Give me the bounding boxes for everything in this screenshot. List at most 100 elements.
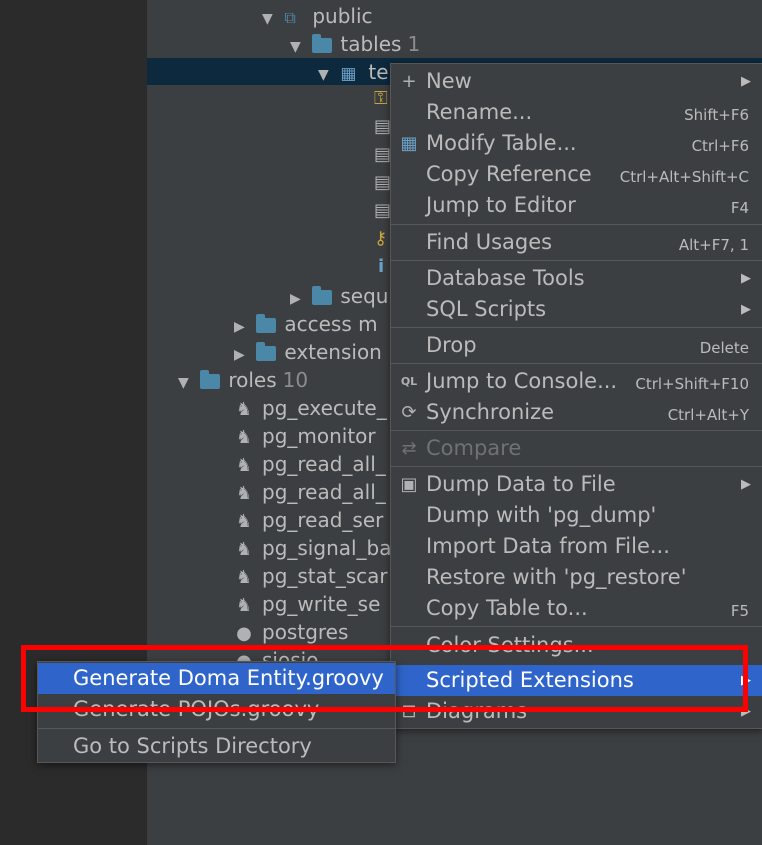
menu-item-label: Database Tools: [426, 266, 585, 290]
tree-node-role[interactable]: ♞ pg_execute_: [234, 394, 387, 422]
tree-node-access-methods[interactable]: ▶ access m: [234, 310, 378, 338]
tree-node-role[interactable]: ♞ pg_monitor: [234, 422, 376, 450]
folder-icon: [256, 314, 277, 333]
menu-item-copy-table-to[interactable]: Copy Table to... F5: [391, 593, 762, 624]
menu-item-shortcut: Ctrl+Alt+Shift+C: [619, 168, 749, 186]
menu-item-database-tools[interactable]: Database Tools ▶: [391, 263, 762, 294]
tree-node-role[interactable]: ♞ pg_signal_ba: [234, 534, 392, 562]
menu-separator: [391, 466, 762, 467]
role-icon: ♞: [235, 539, 253, 560]
menu-item-label: Dump with 'pg_dump': [426, 503, 657, 527]
tree-node-tables[interactable]: ▼ tables 1: [290, 30, 420, 58]
annotation-highlight-box: [21, 645, 748, 712]
column-icon: ▤: [374, 116, 392, 137]
menu-item-copy-reference[interactable]: Copy Reference Ctrl+Alt+Shift+C: [391, 159, 762, 190]
menu-item-label: SQL Scripts: [426, 297, 547, 321]
collapse-arrow-icon[interactable]: ▶: [234, 341, 250, 369]
menu-item-shortcut: Shift+F6: [684, 106, 749, 124]
menu-item-rename[interactable]: Rename... Shift+F6: [391, 97, 762, 128]
menu-item-synchronize[interactable]: ⟳ Synchronize Ctrl+Alt+Y: [391, 397, 762, 428]
key-icon: ⚷: [374, 228, 388, 249]
menu-item-drop[interactable]: Drop Delete: [391, 330, 762, 361]
menu-item-modify-table[interactable]: ▦ Modify Table... Ctrl+F6: [391, 128, 762, 159]
expand-arrow-icon[interactable]: ▼: [178, 369, 194, 397]
menu-item-shortcut: F5: [730, 602, 749, 620]
tree-node-table[interactable]: ▼ ▦ te: [318, 58, 389, 86]
schema-icon: ⧉: [284, 8, 296, 27]
submenu-arrow-icon: ▶: [741, 271, 751, 286]
submenu-arrow-icon: ▶: [741, 302, 751, 317]
expand-arrow-icon[interactable]: ▼: [318, 61, 334, 89]
user-icon: ●: [236, 623, 252, 644]
tree-node-role[interactable]: ♞ pg_read_all_: [234, 478, 386, 506]
menu-item-dump-with-pg-dump[interactable]: Dump with 'pg_dump': [391, 500, 762, 531]
menu-item-shortcut: Ctrl+Alt+Y: [667, 406, 749, 424]
menu-item-label: Restore with 'pg_restore': [426, 565, 687, 589]
tree-node-extensions[interactable]: ▶ extension: [234, 338, 382, 366]
tree-node-label: access m: [284, 312, 378, 336]
tree-node-role[interactable]: ♞ pg_read_ser: [234, 506, 383, 534]
menu-item-find-usages[interactable]: Find Usages Alt+F7, 1: [391, 227, 762, 258]
tree-node-label: sequ: [340, 284, 389, 308]
menu-item-label: Modify Table...: [426, 131, 577, 155]
menu-item-label: Drop: [426, 333, 477, 357]
tree-node-public[interactable]: ▼ ⧉ public: [262, 2, 373, 30]
tree-node-role[interactable]: ♞ pg_read_all_: [234, 450, 386, 478]
collapse-arrow-icon[interactable]: ▶: [234, 313, 250, 341]
collapse-arrow-icon[interactable]: ▶: [290, 285, 306, 313]
menu-item-label: Jump to Console...: [426, 369, 618, 393]
menu-separator: [391, 327, 762, 328]
role-label: pg_signal_ba: [262, 536, 392, 560]
menu-item-dump-data-to-file[interactable]: ▣ Dump Data to File ▶: [391, 469, 762, 500]
menu-item-label: New: [426, 69, 472, 93]
tree-node-sequences[interactable]: ▶ sequ: [290, 282, 388, 310]
tree-node-label: roles: [228, 368, 277, 392]
tree-node-role[interactable]: ♞ pg_write_se: [234, 590, 380, 618]
menu-item-shortcut: Ctrl+Shift+F10: [635, 375, 749, 393]
tree-node-count: 1: [407, 32, 421, 56]
role-label: pg_monitor: [262, 424, 376, 448]
role-label: pg_execute_: [262, 396, 387, 420]
column-icon: ▤: [374, 144, 392, 165]
submenu-arrow-icon: ▶: [741, 477, 751, 492]
menu-item-label: Copy Table to...: [426, 596, 588, 620]
menu-item-compare: ⇄ Compare: [391, 433, 762, 464]
role-icon: ♞: [235, 567, 253, 588]
menu-item-import-data[interactable]: Import Data from File...: [391, 531, 762, 562]
menu-item-jump-to-editor[interactable]: Jump to Editor F4: [391, 190, 762, 221]
sync-icon: ⟳: [401, 402, 417, 423]
menu-item-label: Copy Reference: [426, 162, 592, 186]
role-icon: ♞: [235, 455, 253, 476]
tree-node-roles[interactable]: ▼ roles 10: [178, 366, 308, 394]
table-icon: ▦: [340, 64, 357, 84]
save-icon: ▣: [400, 474, 418, 495]
folder-icon: [200, 370, 221, 389]
key-column-icon: ⚿: [374, 88, 388, 109]
menu-item-label: Jump to Editor: [426, 193, 576, 217]
expand-arrow-icon[interactable]: ▼: [262, 5, 278, 33]
role-icon: ♞: [235, 427, 253, 448]
expand-arrow-icon[interactable]: ▼: [290, 33, 306, 61]
menu-separator: [391, 430, 762, 431]
role-label: pg_read_all_: [262, 452, 386, 476]
menu-item-restore-pg-restore[interactable]: Restore with 'pg_restore': [391, 562, 762, 593]
menu-separator: [38, 728, 395, 729]
menu-item-shortcut: Delete: [699, 339, 749, 357]
submenu-item-go-to-scripts-directory[interactable]: Go to Scripts Directory: [38, 731, 395, 762]
tree-node-role[interactable]: ● postgres: [234, 618, 348, 646]
tree-node-role[interactable]: ♞ pg_stat_scar: [234, 562, 388, 590]
tree-node-label: te: [368, 60, 389, 84]
menu-item-sql-scripts[interactable]: SQL Scripts ▶: [391, 294, 762, 325]
role-label: pg_write_se: [262, 592, 381, 616]
menu-separator: [391, 224, 762, 225]
role-label: pg_read_all_: [262, 480, 386, 504]
menu-item-label: Dump Data to File: [426, 472, 616, 496]
tree-node-label: tables: [340, 32, 402, 56]
menu-item-new[interactable]: + New ▶: [391, 66, 762, 97]
menu-item-label: Synchronize: [426, 400, 555, 424]
menu-item-shortcut: Alt+F7, 1: [678, 236, 749, 254]
submenu-arrow-icon: ▶: [741, 74, 751, 89]
menu-item-label: Compare: [426, 436, 522, 460]
menu-item-jump-to-console[interactable]: QL Jump to Console... Ctrl+Shift+F10: [391, 366, 762, 397]
role-label: pg_read_ser: [262, 508, 384, 532]
